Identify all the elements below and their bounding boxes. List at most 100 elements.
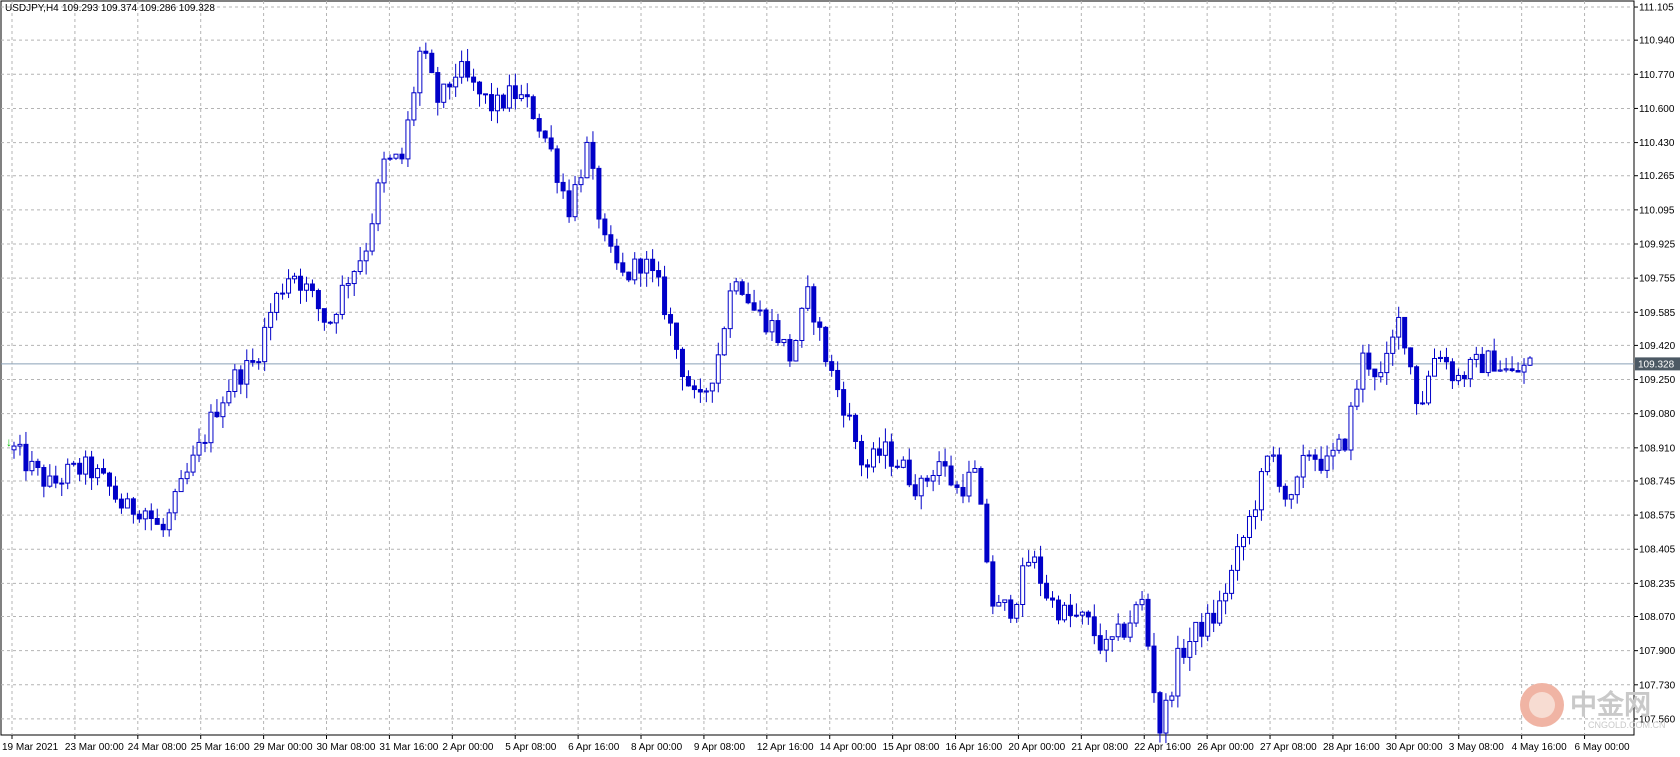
candle-body-bull [184,471,190,480]
candle-body-bull [870,448,876,468]
candle-body-bull [226,391,232,404]
candle-body-bull [1336,438,1342,451]
candle-body-bear [1402,316,1408,349]
candle-body-bear [1408,347,1414,368]
candle-body-bull [303,283,309,291]
candle-body-bull [1079,611,1085,616]
x-tick-label: 3 May 08:00 [1449,742,1504,753]
candle-body-bear [321,308,327,323]
candle-body-bear [560,181,566,192]
candle-body-bull [1020,565,1026,605]
candle-body-bear [1461,374,1467,380]
y-tick-label: 109.250 [1639,375,1676,386]
candle-body-bear [685,376,691,387]
candle-body-bull [71,462,77,465]
candle-body-bear [1515,370,1521,373]
candle-body-bear [130,498,136,515]
candle [1426,370,1432,406]
candle-body-bear [823,326,829,363]
candle-body-bull [572,184,578,218]
chart-header: USDJPY,H4 109.293 109.374 109.286 109.32… [5,3,215,14]
candle-body-bear [679,348,685,378]
candle-body-bull [369,223,375,252]
candle-body-bear [924,477,930,482]
candle-body-bear [596,167,602,220]
y-tick-label: 108.235 [1639,579,1676,590]
candle-body-bear [238,369,244,385]
candle-body-bull [1002,599,1008,603]
candle-body-bear [906,459,912,486]
candle-body-bull [1229,569,1235,594]
candle-body-bear [154,518,160,525]
candle-body-bear [1282,485,1288,500]
candle-body-bear [250,360,256,363]
candle-body-bear [315,290,321,310]
candle-body-bear [1479,353,1485,374]
candle-body-bear [1443,356,1449,363]
y-tick-label: 110.430 [1639,138,1675,149]
candle-body-bull [381,158,387,184]
y-tick-label: 108.405 [1639,545,1676,556]
candle-body-bull [1300,454,1306,478]
candle-body-bear [1318,458,1324,471]
candle-body-bull [1432,357,1438,377]
candle-body-bear [662,276,668,316]
x-tick-label: 24 Mar 08:00 [128,742,187,753]
y-tick-label: 107.900 [1639,646,1676,657]
x-tick-label: 8 Apr 00:00 [631,742,683,753]
candle-body-bear [817,321,823,328]
candle-body-bear [35,460,41,469]
candle-body-bear [118,498,124,509]
candle-body-bull [1396,316,1402,338]
candle-body-bear [990,561,996,607]
candle-body-bull [339,284,345,315]
candle-body-bull [1420,402,1426,405]
candle-body-bear [429,52,435,74]
candle-body-bull [256,361,262,364]
candle-body-bear [488,94,494,112]
candle-body-bull [733,281,739,292]
candle-body-bull [220,402,226,418]
candle-body-bull [83,456,89,475]
candle-body-bull [793,339,799,362]
candle-body-bull [578,177,584,186]
x-tick-label: 20 Apr 00:00 [1008,742,1065,753]
candle-body-bear [512,85,518,100]
candle-body-bull [417,50,423,94]
candle-body-bear [1312,454,1318,460]
candle [978,466,984,505]
x-tick-label: 29 Mar 00:00 [254,742,313,753]
x-tick-label: 9 Apr 08:00 [694,742,746,753]
candle-body-bear [888,441,894,467]
candle-body-bull [805,286,811,309]
candle-body-bear [614,245,620,264]
candle-body-bear [978,467,984,505]
candle-body-bear [548,137,554,150]
y-tick-label: 110.600 [1639,104,1675,115]
candle-body-bull [1437,356,1443,359]
candle-body-bear [1151,645,1157,694]
candle-body-bear [327,321,333,324]
symbol-label: USDJPY,H4 [5,3,59,14]
candle-body-bear [697,389,703,393]
candle-body-bull [363,250,369,262]
candle-body-bull [244,360,250,385]
y-tick-label: 108.745 [1639,476,1676,487]
candle-body-bull [1348,405,1354,451]
candle-body-bull [453,76,459,88]
y-tick-label: 110.770 [1639,70,1675,81]
candle-body-bull [1103,638,1109,651]
candle-body-bear [297,275,303,291]
x-tick-label: 25 Mar 16:00 [191,742,250,753]
candle-body-bull [333,313,339,324]
candle [1055,595,1061,625]
candle-body-bull [178,478,184,493]
candle-body-bear [136,513,142,520]
candle-body-bear [536,118,542,132]
candle-body-bull [280,292,286,295]
candle-body-bear [602,218,608,236]
ohlc-label: 109.293 109.374 109.286 109.328 [62,3,215,14]
candle [500,93,506,112]
candle-body-bear [1008,599,1014,619]
time-axis: 19 Mar 2021 23 Mar 00:00 24 Mar 08:00 25 Ma… [2,735,1630,753]
